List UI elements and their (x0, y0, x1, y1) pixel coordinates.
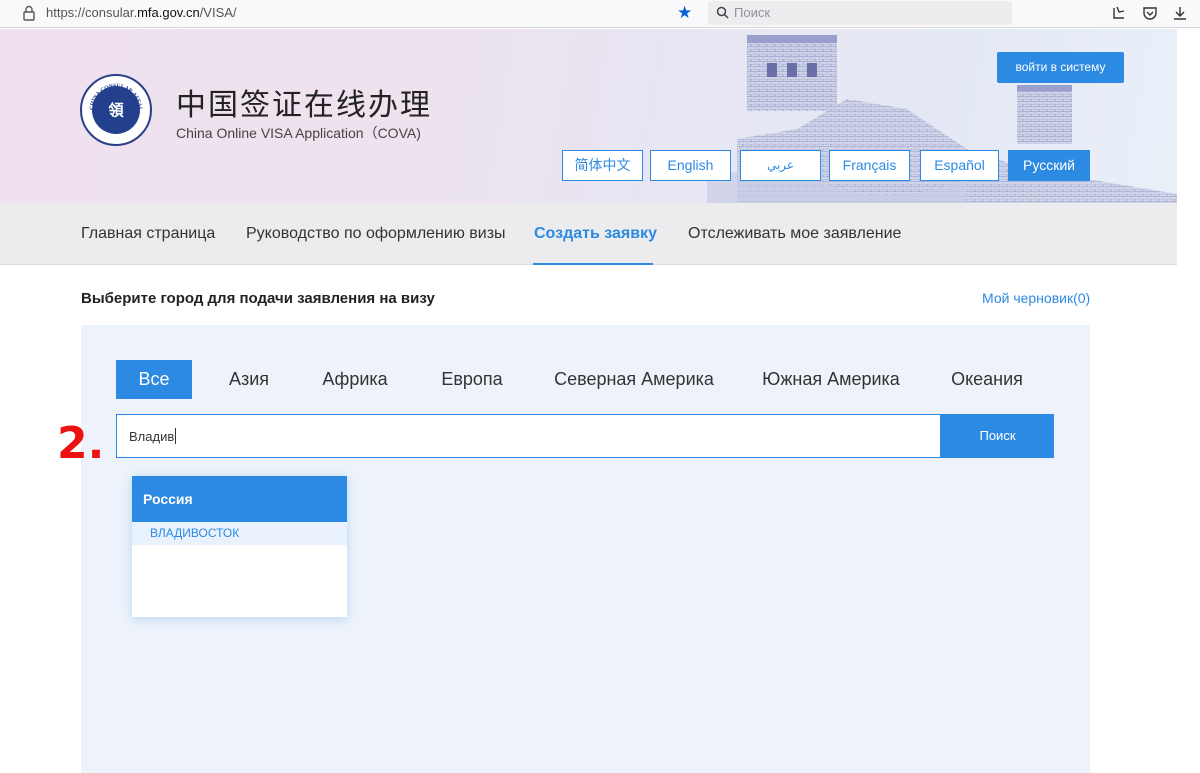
bookmark-star-icon[interactable]: ★ (677, 3, 692, 23)
url-path: /VISA/ (199, 5, 237, 20)
nav-create-application[interactable]: Создать заявку (534, 225, 657, 243)
city-search-input[interactable]: Владив (116, 414, 941, 458)
lang-button-ar[interactable]: عربي (740, 150, 821, 181)
nav-track-application[interactable]: Отслеживать мое заявление (688, 225, 901, 243)
tab-north-america[interactable]: Северная Америка (546, 360, 722, 399)
pocket-icon[interactable] (1142, 5, 1158, 21)
city-search-value: Владив (129, 429, 175, 444)
page-title-cn: 中国签证在线办理 (176, 88, 432, 123)
dropdown-city-option[interactable]: ВЛАДИВОСТОК (132, 522, 347, 545)
nav-active-underline (533, 263, 653, 265)
lang-button-es[interactable]: Español (920, 150, 999, 181)
tab-oceania[interactable]: Океания (940, 360, 1034, 399)
search-icon (716, 6, 729, 19)
tab-africa[interactable]: Африка (313, 360, 397, 399)
download-icon[interactable] (1172, 5, 1188, 21)
lang-button-ru[interactable]: Русский (1008, 150, 1090, 181)
lang-button-zh[interactable]: 简体中文 (562, 150, 643, 181)
library-icon[interactable] (1111, 5, 1127, 21)
url-prefix: https://consular. (46, 5, 138, 20)
lang-button-en[interactable]: English (650, 150, 731, 181)
lock-icon[interactable] (22, 5, 36, 21)
nav-home[interactable]: Главная страница (81, 225, 215, 243)
lang-button-fr[interactable]: Français (829, 150, 910, 181)
browser-search-placeholder: Поиск (734, 5, 771, 20)
consular-emblem: CHINA CONSULAR AFFAIRS 領 (80, 74, 152, 146)
my-draft-link[interactable]: Мой черновик(0) (982, 290, 1090, 306)
city-suggestions-dropdown: Россия ВЛАДИВОСТОК (132, 476, 347, 617)
nav-visa-guide[interactable]: Руководство по оформлению визы (246, 225, 506, 243)
dropdown-country-header: Россия (132, 476, 347, 522)
login-button[interactable]: войти в систему (997, 52, 1124, 83)
page-title-en: China Online VISA Application（COVA) (176, 125, 421, 141)
browser-search-input[interactable]: Поиск (708, 1, 1012, 25)
address-bar[interactable]: https://consular.mfa.gov.cn/VISA/ (46, 5, 237, 20)
main-nav: Главная страница Руководство по оформлен… (0, 203, 1177, 265)
tab-all[interactable]: Все (116, 360, 192, 399)
tab-asia[interactable]: Азия (216, 360, 282, 399)
browser-toolbar: https://consular.mfa.gov.cn/VISA/ ★ Поис… (0, 0, 1200, 28)
url-domain: mfa.gov.cn (137, 5, 200, 20)
tab-south-america[interactable]: Южная Америка (754, 360, 908, 399)
svg-text:領: 領 (108, 102, 124, 120)
search-button[interactable]: Поиск (941, 414, 1054, 458)
tab-europe[interactable]: Европа (430, 360, 514, 399)
section-title: Выберите город для подачи заявления на в… (81, 290, 435, 307)
step-marker: 2. (57, 418, 105, 469)
emblem-text: CHINA CONSULAR AFFAIRS 領 (82, 74, 150, 144)
text-caret (175, 428, 176, 444)
